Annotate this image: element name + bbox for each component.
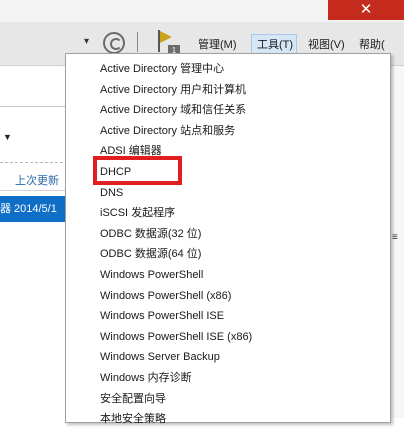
tools-menu-item-windows-powershell-x86[interactable]: Windows PowerShell (x86) — [100, 286, 231, 306]
panel-separator — [0, 106, 68, 107]
column-header-last-update[interactable]: 上次更新 — [15, 172, 59, 188]
tools-menu-item-active-directory[interactable]: Active Directory 站点和服务 — [100, 121, 235, 141]
flag-cloth — [160, 31, 172, 43]
menu-view[interactable]: 视图(V) — [308, 37, 345, 53]
tools-dropdown-menu: Active Directory 管理中心 Active Directory 用户… — [65, 53, 391, 425]
dashed-separator — [0, 162, 68, 163]
menu-manage[interactable]: 管理(M) — [198, 37, 237, 53]
tools-menu-item-active-directory[interactable]: Active Directory 域和信任关系 — [100, 100, 246, 120]
tools-menu-item-windows-powershell[interactable]: Windows PowerShell — [100, 265, 203, 285]
row-last-update-date: 2014/5/1 — [14, 203, 57, 215]
close-window-button[interactable]: ✕ — [328, 0, 404, 20]
menu-tools[interactable]: 工具(T) — [257, 37, 293, 53]
tools-menu-item-odbc-64[interactable]: ODBC 数据源(64 位) — [100, 244, 201, 264]
tools-menu-item-active-directory[interactable]: Active Directory 管理中心 — [100, 59, 224, 79]
tools-menu-item-17[interactable]: 本地安全策略 — [100, 409, 166, 429]
tools-menu-item-dhcp[interactable]: DHCP — [100, 162, 131, 182]
tools-menu-item-dns[interactable]: DNS — [100, 183, 123, 203]
collapse-caret-icon[interactable]: ▼ — [3, 132, 12, 142]
row-name-fragment: 器 — [0, 203, 11, 215]
grip-icon[interactable]: ≡ — [392, 232, 398, 243]
navigation-dropdown-icon[interactable]: ▾ — [84, 36, 89, 47]
tools-menu-item-windows-server-backup[interactable]: Windows Server Backup — [100, 347, 220, 367]
tools-menu-item-adsi[interactable]: ADSI 编辑器 — [100, 141, 162, 161]
refresh-icon[interactable] — [103, 32, 125, 54]
menu-help[interactable]: 帮助( — [359, 37, 385, 53]
tools-menu-item-16[interactable]: 安全配置向导 — [100, 389, 166, 409]
tools-menu-item-windows-powershell-ise[interactable]: Windows PowerShell ISE — [100, 306, 224, 326]
left-content-panel — [0, 66, 68, 418]
tools-menu-item-iscsi[interactable]: iSCSI 发起程序 — [100, 203, 175, 223]
toolbar-divider — [137, 32, 138, 52]
tools-menu-item-active-directory[interactable]: Active Directory 用户和计算机 — [100, 80, 246, 100]
tools-menu-item-windows[interactable]: Windows 内存诊断 — [100, 368, 192, 388]
column-header-rule — [0, 190, 68, 191]
selected-server-row[interactable]: 器 2014/5/1 — [0, 196, 68, 222]
tools-menu-item-odbc-32[interactable]: ODBC 数据源(32 位) — [100, 224, 201, 244]
tools-menu-item-windows-powershell-ise-x86[interactable]: Windows PowerShell ISE (x86) — [100, 327, 252, 347]
